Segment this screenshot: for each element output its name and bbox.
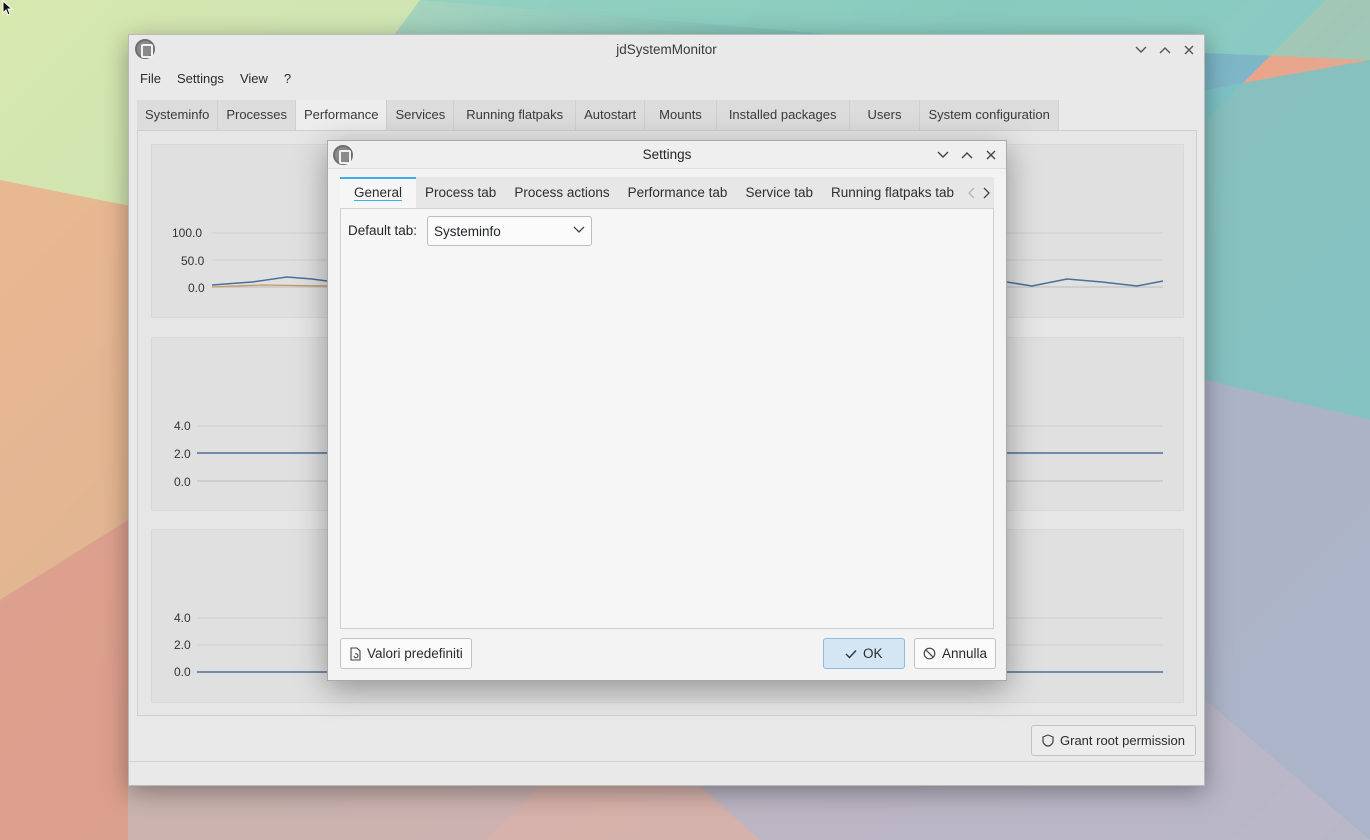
dialog-tab-bar: General Process tab Process actions Perf… (340, 177, 994, 209)
tab-scroll-arrows (968, 177, 994, 208)
default-tab-label: Default tab: (348, 223, 418, 238)
chart1-tick-0: 0.0 (188, 281, 205, 295)
dialog-minimize-button[interactable] (932, 144, 954, 166)
chevron-down-icon (573, 226, 585, 233)
default-tab-select[interactable]: Systeminfo (427, 216, 592, 246)
status-bar (129, 761, 1204, 785)
maximize-button[interactable] (1154, 39, 1176, 61)
chart1-tick-50: 50.0 (181, 254, 205, 268)
tab-processes[interactable]: Processes (218, 100, 297, 130)
chart2-tick-4: 4.0 (174, 419, 191, 433)
menu-settings[interactable]: Settings (169, 71, 232, 86)
main-window-title: jdSystemMonitor (616, 42, 717, 57)
tab-system-configuration[interactable]: System configuration (920, 100, 1059, 130)
tab-autostart[interactable]: Autostart (576, 100, 646, 130)
minimize-button[interactable] (1130, 39, 1152, 61)
menu-file[interactable]: File (132, 71, 169, 86)
general-tab-content: Default tab: Systeminfo (340, 209, 994, 629)
restore-defaults-button[interactable]: Valori predefiniti (340, 638, 472, 669)
dialog-tab-general-label: General (354, 185, 403, 201)
chevron-right-icon[interactable] (982, 187, 990, 199)
chevron-down-icon (937, 151, 949, 158)
main-tab-bar: Systeminfo Processes Performance Service… (137, 100, 1059, 130)
document-reset-icon (350, 646, 361, 661)
chevron-down-icon (1135, 46, 1147, 53)
dialog-maximize-button[interactable] (956, 144, 978, 166)
dialog-tab-performance[interactable]: Performance tab (619, 177, 737, 208)
main-titlebar[interactable]: jdSystemMonitor (129, 35, 1204, 65)
close-icon (1184, 45, 1194, 55)
dialog-tab-service[interactable]: Service tab (736, 177, 822, 208)
tab-users[interactable]: Users (849, 100, 921, 130)
settings-dialog: Settings General Process tab Process act… (327, 140, 1007, 681)
menu-view[interactable]: View (232, 71, 276, 86)
chart1-tick-100: 100.0 (172, 226, 202, 240)
dialog-titlebar[interactable]: Settings (328, 141, 1006, 169)
ok-button[interactable]: OK (823, 638, 905, 669)
tab-mounts[interactable]: Mounts (645, 100, 717, 130)
dialog-tab-process[interactable]: Process tab (416, 177, 505, 208)
tab-systeminfo[interactable]: Systeminfo (137, 100, 219, 130)
cancel-icon (923, 647, 936, 660)
cpu-series-line (211, 276, 328, 286)
menu-help[interactable]: ? (276, 71, 299, 86)
chevron-up-icon (961, 152, 973, 159)
menu-bar: File Settings View ? (129, 65, 1204, 91)
close-icon (986, 150, 996, 160)
dialog-tab-general[interactable]: General (340, 177, 417, 208)
cpu-series-line-right (1006, 278, 1164, 287)
chart2-tick-2: 2.0 (174, 447, 191, 461)
mouse-cursor-icon (2, 0, 16, 19)
dialog-close-button[interactable] (980, 144, 1002, 166)
ok-label: OK (863, 646, 883, 661)
chevron-up-icon (1159, 47, 1171, 54)
grant-root-label: Grant root permission (1060, 733, 1185, 748)
shield-icon (1042, 734, 1054, 747)
chart3-tick-0: 0.0 (174, 665, 191, 679)
cancel-button[interactable]: Annulla (914, 638, 997, 669)
tab-services[interactable]: Services (387, 100, 455, 130)
dialog-tab-running-flatpaks[interactable]: Running flatpaks tab (822, 177, 963, 208)
chart3-tick-4: 4.0 (174, 611, 191, 625)
dialog-title: Settings (642, 147, 692, 162)
tab-running-flatpaks[interactable]: Running flatpaks (454, 100, 577, 130)
cancel-label: Annulla (942, 646, 988, 661)
close-button[interactable] (1178, 39, 1200, 61)
grant-root-permission-button[interactable]: Grant root permission (1031, 725, 1196, 756)
chart3-tick-2: 2.0 (174, 638, 191, 652)
tab-performance[interactable]: Performance (296, 100, 388, 130)
default-tab-value: Systeminfo (434, 223, 501, 239)
restore-defaults-label: Valori predefiniti (367, 646, 463, 661)
chart2-tick-0: 0.0 (174, 475, 191, 489)
dialog-tab-process-actions[interactable]: Process actions (505, 177, 618, 208)
chevron-left-icon[interactable] (968, 187, 976, 199)
checkmark-icon (845, 649, 857, 659)
tab-installed-packages[interactable]: Installed packages (716, 100, 850, 130)
